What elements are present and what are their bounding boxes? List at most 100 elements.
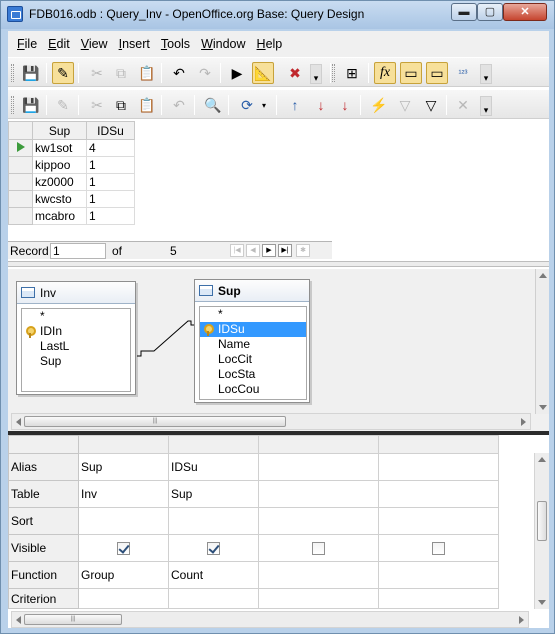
sort-ascending-icon[interactable]: ↑ xyxy=(284,94,306,116)
cut-icon[interactable]: ✂ xyxy=(86,94,108,116)
scroll-right-icon[interactable] xyxy=(521,418,526,426)
design-vertical-scrollbar[interactable] xyxy=(535,269,549,414)
menu-edit[interactable]: Edit xyxy=(44,37,74,51)
sort-icon[interactable]: ↓ xyxy=(334,94,356,116)
toolbar-overflow-icon[interactable]: ▾ xyxy=(480,96,492,116)
save-icon[interactable]: 💾 xyxy=(20,62,42,84)
visible-checkbox[interactable] xyxy=(117,542,130,556)
table-cell[interactable]: Sup xyxy=(168,480,259,508)
function-cell[interactable]: Count xyxy=(168,561,259,589)
visible-checkbox[interactable] xyxy=(312,542,325,556)
sort-cell[interactable] xyxy=(168,507,259,535)
visible-checkbox[interactable] xyxy=(432,542,445,556)
menu-help[interactable]: Help xyxy=(253,37,287,51)
column-handle[interactable] xyxy=(78,435,169,454)
menu-view[interactable]: View xyxy=(77,37,112,51)
results-splitter[interactable] xyxy=(8,261,549,267)
column-header-idsu[interactable]: IDSu xyxy=(86,121,135,140)
title-bar[interactable]: FDB016.odb : Query_Inv - OpenOffice.org … xyxy=(1,1,554,29)
save-record-icon[interactable]: 💾 xyxy=(20,94,42,116)
menu-tools[interactable]: Tools xyxy=(157,37,194,51)
distinct-values-icon[interactable]: ¹²³ xyxy=(452,62,474,84)
field-item[interactable]: * xyxy=(200,307,306,322)
sort-cell[interactable] xyxy=(258,507,379,535)
edit-mode-icon[interactable]: ✎ xyxy=(52,62,74,84)
cell-idsu[interactable]: 1 xyxy=(86,190,135,208)
cell-sup[interactable]: mcabro xyxy=(32,207,87,225)
table-row[interactable]: mcabro 1 xyxy=(8,207,135,225)
criteria-horizontal-scrollbar[interactable]: ||| xyxy=(11,611,529,628)
paste-icon[interactable]: 📋 xyxy=(136,62,158,84)
criterion-cell[interactable] xyxy=(258,588,379,609)
table-row[interactable]: kippoo 1 xyxy=(8,156,135,174)
field-item[interactable]: LocSta xyxy=(200,367,306,382)
scroll-thumb[interactable]: ||| xyxy=(24,416,286,427)
last-record-icon[interactable]: ▶| xyxy=(278,244,292,257)
previous-record-icon[interactable]: ◀ xyxy=(246,244,260,257)
field-item-selected[interactable]: IDSu xyxy=(200,322,306,337)
alias-cell[interactable] xyxy=(378,453,499,481)
criterion-cell[interactable] xyxy=(78,588,169,609)
column-handle[interactable] xyxy=(378,435,499,454)
alias-cell[interactable]: Sup xyxy=(78,453,169,481)
functions-icon[interactable]: fx xyxy=(374,62,396,84)
cell-sup[interactable]: kz0000 xyxy=(32,173,87,191)
undo-icon[interactable]: ↶ xyxy=(168,62,190,84)
run-query-icon[interactable]: ▶ xyxy=(226,62,248,84)
next-record-icon[interactable]: ▶ xyxy=(262,244,276,257)
apply-filter-icon[interactable]: ▽ xyxy=(394,94,416,116)
toolbar-overflow-icon[interactable]: ▾ xyxy=(480,64,492,84)
sort-descending-icon[interactable]: ↓ xyxy=(310,94,332,116)
remove-filter-icon[interactable]: ✕ xyxy=(452,94,474,116)
add-table-icon[interactable]: ⊞ xyxy=(341,62,363,84)
scroll-left-icon[interactable] xyxy=(16,616,21,624)
autofilter-icon[interactable]: ⚡ xyxy=(368,94,390,116)
cell-idsu[interactable]: 4 xyxy=(86,139,135,157)
scroll-up-icon[interactable] xyxy=(538,457,546,462)
table-row[interactable]: kwcsto 1 xyxy=(8,190,135,208)
column-handle[interactable] xyxy=(168,435,259,454)
standard-filter-icon[interactable]: ▽ xyxy=(420,94,442,116)
menu-window[interactable]: Window xyxy=(197,37,249,51)
clear-query-icon[interactable]: ✖ xyxy=(284,62,306,84)
table-names-icon[interactable]: ▭ xyxy=(400,62,422,84)
copy-icon[interactable]: ⧉ xyxy=(110,62,132,84)
row-header[interactable] xyxy=(8,190,33,208)
function-cell[interactable]: Group xyxy=(78,561,169,589)
refresh-dropdown-icon[interactable]: ▾ xyxy=(258,94,270,116)
refresh-icon[interactable]: ⟳ xyxy=(236,94,258,116)
find-record-icon[interactable]: 🔍 xyxy=(202,94,224,116)
toolbar-grip[interactable] xyxy=(11,96,14,114)
field-item[interactable]: LocCou xyxy=(200,382,306,397)
row-header[interactable] xyxy=(8,173,33,191)
scroll-up-icon[interactable] xyxy=(538,273,547,278)
alias-cell[interactable]: IDSu xyxy=(168,453,259,481)
function-cell[interactable] xyxy=(378,561,499,589)
cell-sup[interactable]: kippoo xyxy=(32,156,87,174)
table-window-header[interactable]: Sup xyxy=(195,280,309,302)
table-cell[interactable] xyxy=(258,480,379,508)
new-record-icon[interactable]: ✱ xyxy=(296,244,310,257)
redo-icon[interactable]: ↷ xyxy=(194,62,216,84)
function-cell[interactable] xyxy=(258,561,379,589)
toolbar-grip[interactable] xyxy=(11,64,14,82)
paste-icon[interactable]: 📋 xyxy=(136,94,158,116)
design-horizontal-scrollbar[interactable]: ||| xyxy=(11,413,531,430)
table-cell[interactable] xyxy=(378,480,499,508)
sort-cell[interactable] xyxy=(78,507,169,535)
maximize-button[interactable]: ▢ xyxy=(477,3,503,21)
column-handle[interactable] xyxy=(258,435,379,454)
field-item[interactable]: LocCit xyxy=(200,352,306,367)
first-record-icon[interactable]: |◀ xyxy=(230,244,244,257)
cell-idsu[interactable]: 1 xyxy=(86,156,135,174)
cell-idsu[interactable]: 1 xyxy=(86,207,135,225)
table-row[interactable]: kz0000 1 xyxy=(8,173,135,191)
edit-data-icon[interactable]: ✎ xyxy=(52,94,74,116)
cell-idsu[interactable]: 1 xyxy=(86,173,135,191)
menu-insert[interactable]: Insert xyxy=(115,37,154,51)
menu-file[interactable]: File xyxy=(13,37,41,51)
row-header[interactable] xyxy=(8,156,33,174)
table-cell[interactable]: Inv xyxy=(78,480,169,508)
table-window-sup[interactable]: Sup * IDSu Name LocCit LocSta LocCou xyxy=(194,279,310,403)
design-view-icon[interactable]: 📐 xyxy=(252,62,274,84)
